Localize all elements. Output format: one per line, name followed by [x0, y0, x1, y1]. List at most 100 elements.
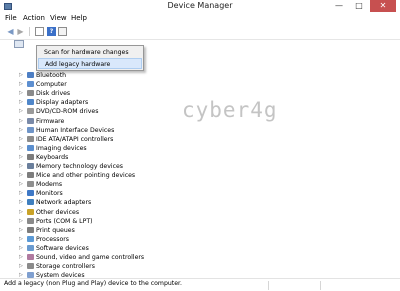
- tree-item-label: Memory technology devices: [36, 163, 124, 170]
- tree-item-firmware[interactable]: ▷ Firmware: [19, 117, 199, 126]
- tree-item-bluetooth[interactable]: ▷ Bluetooth: [19, 71, 199, 80]
- expand-arrow-icon[interactable]: ▷: [19, 163, 23, 170]
- title-bar[interactable]: Device Manager — □ ✕: [0, 0, 400, 13]
- network-adapter-icon: [27, 199, 34, 206]
- tree-item-dvd-cd-rom-drives[interactable]: ▷ DVD/CD-ROM drives: [19, 107, 199, 116]
- tree-item-ports-com-lpt[interactable]: ▷ Ports (COM & LPT): [19, 217, 199, 226]
- context-menu-item-scan-for-hardware-changes[interactable]: Scan for hardware changes: [38, 47, 142, 58]
- maximize-button[interactable]: □: [350, 0, 368, 12]
- expand-arrow-icon[interactable]: ▷: [19, 136, 23, 143]
- menu-file[interactable]: File: [5, 14, 17, 22]
- tree-item-label: Ports (COM & LPT): [36, 217, 93, 225]
- context-menu: Scan for hardware changes Add legacy har…: [36, 45, 144, 71]
- expand-arrow-icon[interactable]: ▷: [19, 118, 23, 125]
- tree-item-label: Display adapters: [36, 99, 89, 107]
- expand-arrow-icon[interactable]: ▷: [19, 72, 23, 79]
- expand-arrow-icon[interactable]: ▷: [19, 154, 23, 161]
- ide-controller-icon: [27, 135, 34, 142]
- tree-item-modems[interactable]: ▷ Modems: [19, 180, 199, 189]
- imaging-device-icon: [27, 144, 34, 151]
- expand-arrow-icon[interactable]: ▷: [19, 99, 23, 106]
- context-menu-item-add-legacy-hardware[interactable]: Add legacy hardware: [38, 58, 142, 69]
- context-menu-item-label: Scan for hardware changes: [44, 49, 129, 56]
- back-arrow-icon[interactable]: ◀: [6, 27, 15, 36]
- tree-item-label: Modems: [36, 181, 63, 189]
- tree-item-label: Network adapters: [36, 199, 92, 207]
- toolbar-separator: [29, 27, 30, 36]
- tree-item-label: Bluetooth: [36, 72, 67, 79]
- menu-help[interactable]: Help: [71, 14, 87, 22]
- expand-arrow-icon[interactable]: ▷: [19, 145, 23, 152]
- mouse-icon: [27, 172, 34, 179]
- menu-action[interactable]: Action: [23, 14, 45, 22]
- tree-item-sound-video-and-game-controllers[interactable]: ▷ Sound, video and game controllers: [19, 253, 199, 262]
- tree-item-memory-technology-devices[interactable]: ▷ Memory technology devices: [19, 162, 199, 171]
- tree-item-label: Imaging devices: [36, 144, 87, 152]
- context-menu-item-label: Add legacy hardware: [45, 61, 111, 68]
- tree-item-processors[interactable]: ▷ Processors: [19, 235, 199, 244]
- tree-item-display-adapters[interactable]: ▷ Display adapters: [19, 98, 199, 107]
- device-manager-window: Device Manager — □ ✕ File Action View He…: [0, 0, 400, 291]
- expand-arrow-icon[interactable]: ▷: [19, 227, 23, 234]
- tree-item-mice-and-other-pointing-devices[interactable]: ▷ Mice and other pointing devices: [19, 171, 199, 180]
- tree-item-disk-drives[interactable]: ▷ Disk drives: [19, 89, 199, 98]
- processor-icon: [27, 235, 34, 242]
- expand-arrow-icon[interactable]: ▷: [19, 236, 23, 243]
- tree-item-label: Monitors: [36, 190, 63, 198]
- expand-arrow-icon[interactable]: ▷: [19, 209, 23, 216]
- expand-arrow-icon[interactable]: ▷: [19, 218, 23, 225]
- expand-arrow-icon[interactable]: ▷: [19, 172, 23, 179]
- sound-controller-icon: [27, 254, 34, 260]
- expand-arrow-icon[interactable]: ▷: [19, 245, 23, 252]
- tree-item-label: Print queues: [36, 226, 75, 234]
- properties-icon[interactable]: [35, 27, 44, 36]
- display-adapter-icon: [27, 99, 34, 106]
- help-icon[interactable]: ?: [47, 27, 56, 36]
- expand-arrow-icon[interactable]: ▷: [19, 90, 23, 97]
- other-device-icon: [27, 208, 34, 215]
- expand-arrow-icon[interactable]: ▷: [19, 263, 23, 270]
- modem-icon: [27, 181, 34, 188]
- close-button[interactable]: ✕: [370, 0, 396, 12]
- hid-icon: [27, 126, 34, 133]
- tree-item-computer[interactable]: ▷ Computer: [19, 80, 199, 89]
- toolbar: ◀ ▶ ?: [0, 24, 400, 40]
- tree-item-label: Firmware: [36, 117, 65, 125]
- printer-icon: [27, 226, 34, 233]
- tree-item-monitors[interactable]: ▷ Monitors: [19, 189, 199, 198]
- expand-arrow-icon[interactable]: ▷: [19, 199, 23, 206]
- tree-item-ide-ata-atapi-controllers[interactable]: ▷ IDE ATA/ATAPI controllers: [19, 135, 199, 144]
- keyboard-icon: [27, 153, 34, 160]
- computer-root-icon: [14, 40, 24, 48]
- watermark-text: cyber4g: [182, 98, 278, 122]
- tree-item-label: Processors: [36, 235, 70, 243]
- tree-item-label: Sound, video and game controllers: [36, 254, 145, 261]
- expand-arrow-icon[interactable]: ▷: [19, 127, 23, 134]
- tree-item-label: Disk drives: [36, 90, 71, 98]
- tree-item-label: Storage controllers: [36, 263, 95, 271]
- computer-icon: [27, 81, 34, 88]
- tree-item-label: IDE ATA/ATAPI controllers: [36, 135, 114, 143]
- tree-item-print-queues[interactable]: ▷ Print queues: [19, 226, 199, 235]
- tree-item-human-interface-devices[interactable]: ▷ Human Interface Devices: [19, 126, 199, 135]
- menu-view[interactable]: View: [50, 14, 67, 22]
- tree-item-imaging-devices[interactable]: ▷ Imaging devices: [19, 144, 199, 153]
- expand-arrow-icon[interactable]: ▷: [19, 181, 23, 188]
- tree-item-keyboards[interactable]: ▷ Keyboards: [19, 153, 199, 162]
- expand-arrow-icon[interactable]: ▷: [19, 108, 23, 115]
- tree-item-software-devices[interactable]: ▷ Software devices: [19, 244, 199, 253]
- expand-arrow-icon[interactable]: ▷: [19, 190, 23, 197]
- status-divider: [320, 281, 321, 290]
- tree-item-other-devices[interactable]: ▷ Other devices: [19, 208, 199, 217]
- tree-item-storage-controllers[interactable]: ▷ Storage controllers: [19, 262, 199, 271]
- forward-arrow-icon[interactable]: ▶: [16, 27, 25, 36]
- expand-arrow-icon[interactable]: ▷: [19, 81, 23, 88]
- scan-hardware-icon[interactable]: [58, 27, 67, 36]
- tree-item-label: Computer: [36, 81, 67, 89]
- expand-arrow-icon[interactable]: ▷: [19, 254, 23, 261]
- status-bar: Add a legacy (non Plug and Play) device …: [0, 278, 400, 291]
- minimize-button[interactable]: —: [330, 0, 348, 12]
- tree-item-network-adapters[interactable]: ▷ Network adapters: [19, 198, 199, 207]
- device-tree[interactable]: ▷ Bluetooth ▷ Computer ▷ Disk drives ▷ Display …: [0, 40, 400, 279]
- status-text: Add a legacy (non Plug and Play) device …: [4, 280, 182, 287]
